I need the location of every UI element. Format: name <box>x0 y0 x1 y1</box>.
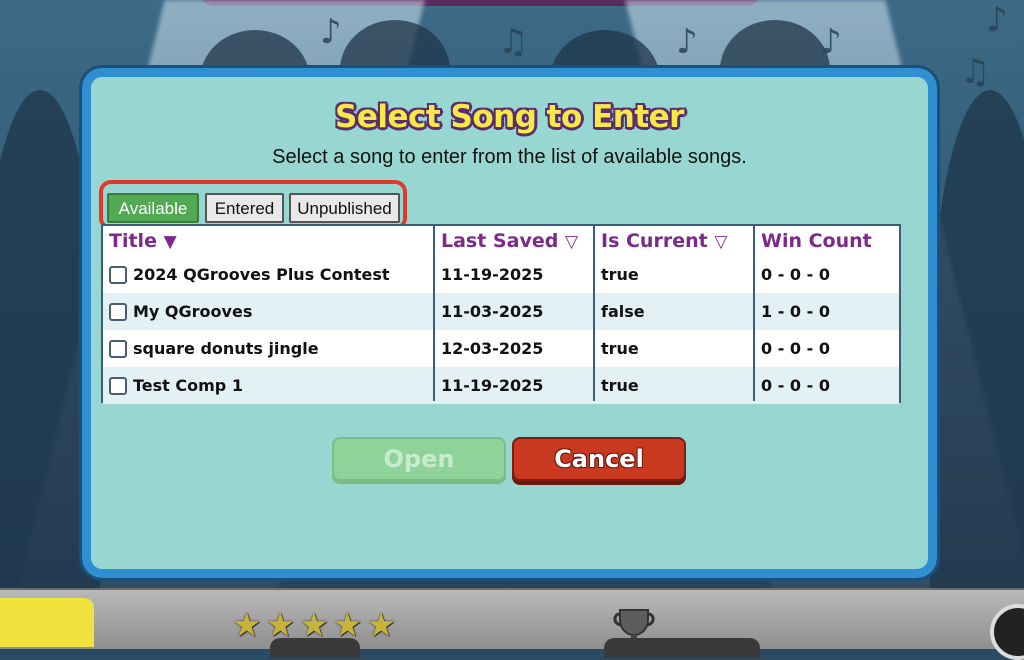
music-note-icon: ♪ <box>820 22 842 62</box>
cell-is-current: true <box>601 265 639 284</box>
cell-win-count: 0 - 0 - 0 <box>761 265 830 284</box>
column-last-saved-label: Last Saved <box>441 230 559 252</box>
select-song-dialog: Select Song to Enter Select a song to en… <box>79 65 940 581</box>
cell-is-current: false <box>601 302 645 321</box>
cell-last-saved: 11-03-2025 <box>441 302 544 321</box>
sort-toggle-icon: ▽ <box>564 232 579 252</box>
column-header-is-current[interactable]: Is Current ▽ <box>595 226 753 256</box>
table-row[interactable]: Test Comp 1 11-19-2025 true 0 - 0 - 0 <box>103 367 899 404</box>
column-win-count-label: Win Count <box>761 230 872 252</box>
songs-table: Title ▼ Last Saved ▽ Is Current ▽ Win Co… <box>101 224 901 404</box>
cell-last-saved: 11-19-2025 <box>441 376 544 395</box>
column-header-last-saved[interactable]: Last Saved ▽ <box>435 226 593 256</box>
cell-title: square donuts jingle <box>103 330 433 367</box>
tab-available[interactable]: Available <box>107 193 199 223</box>
bottom-left-tab[interactable] <box>0 598 94 647</box>
music-note-icon: ♫ <box>960 52 991 92</box>
column-divider <box>753 226 755 401</box>
row-checkbox[interactable] <box>109 302 127 321</box>
open-button[interactable]: Open <box>332 437 506 481</box>
cell-is-current: true <box>601 376 639 395</box>
music-note-icon: ♫ <box>498 22 529 62</box>
cell-win-count: 0 - 0 - 0 <box>761 376 830 395</box>
cell-title: My QGrooves <box>103 293 433 330</box>
song-title: square donuts jingle <box>133 339 319 358</box>
rating-stars: ★ ★ ★ ★ ★ <box>232 608 396 641</box>
cell-last-saved: 12-03-2025 <box>441 339 544 358</box>
dialog-subtitle: Select a song to enter from the list of … <box>272 146 747 168</box>
star-icon: ★ <box>366 605 396 644</box>
song-title: Test Comp 1 <box>133 376 243 395</box>
cell-win-count: 0 - 0 - 0 <box>761 339 830 358</box>
table-row[interactable]: square donuts jingle 12-03-2025 true 0 -… <box>103 330 899 367</box>
row-checkbox[interactable] <box>109 265 127 284</box>
star-icon: ★ <box>265 605 296 644</box>
column-is-current-label: Is Current <box>601 230 708 252</box>
column-title-label: Title <box>109 230 157 252</box>
tab-unpublished[interactable]: Unpublished <box>289 193 400 223</box>
table-row[interactable]: 2024 QGrooves Plus Contest 11-19-2025 tr… <box>103 256 899 293</box>
music-note-icon: ♪ <box>320 12 342 52</box>
table-header: Title ▼ Last Saved ▽ Is Current ▽ Win Co… <box>103 226 899 256</box>
music-note-icon: ♪ <box>986 0 1008 40</box>
cancel-button[interactable]: Cancel <box>512 437 686 481</box>
column-divider <box>433 226 435 401</box>
dialog-title: Select Song to Enter <box>335 99 684 135</box>
table-row[interactable]: My QGrooves 11-03-2025 false 1 - 0 - 0 <box>103 293 899 330</box>
column-header-title[interactable]: Title ▼ <box>103 226 433 256</box>
row-checkbox[interactable] <box>109 376 127 395</box>
sort-desc-icon: ▼ <box>163 232 177 252</box>
row-checkbox[interactable] <box>109 339 127 358</box>
rate-label-plate <box>270 638 360 658</box>
cell-title: 2024 QGrooves Plus Contest <box>103 256 433 293</box>
star-icon: ★ <box>332 605 363 644</box>
music-note-icon: ♪ <box>676 22 698 62</box>
column-header-win-count[interactable]: Win Count <box>755 226 901 256</box>
crowd-silhouette <box>930 90 1024 647</box>
results-label-plate <box>604 638 760 658</box>
tab-entered[interactable]: Entered <box>205 193 284 223</box>
cell-title: Test Comp 1 <box>103 367 433 404</box>
cell-is-current: true <box>601 339 639 358</box>
bottom-toolbar <box>0 588 1024 649</box>
star-icon: ★ <box>299 605 329 644</box>
song-title: 2024 QGrooves Plus Contest <box>133 265 390 284</box>
cell-win-count: 1 - 0 - 0 <box>761 302 830 321</box>
cell-last-saved: 11-19-2025 <box>441 265 544 284</box>
column-divider <box>593 226 595 401</box>
song-title: My QGrooves <box>133 302 253 321</box>
star-icon: ★ <box>232 605 262 644</box>
sort-toggle-icon: ▽ <box>714 232 728 252</box>
